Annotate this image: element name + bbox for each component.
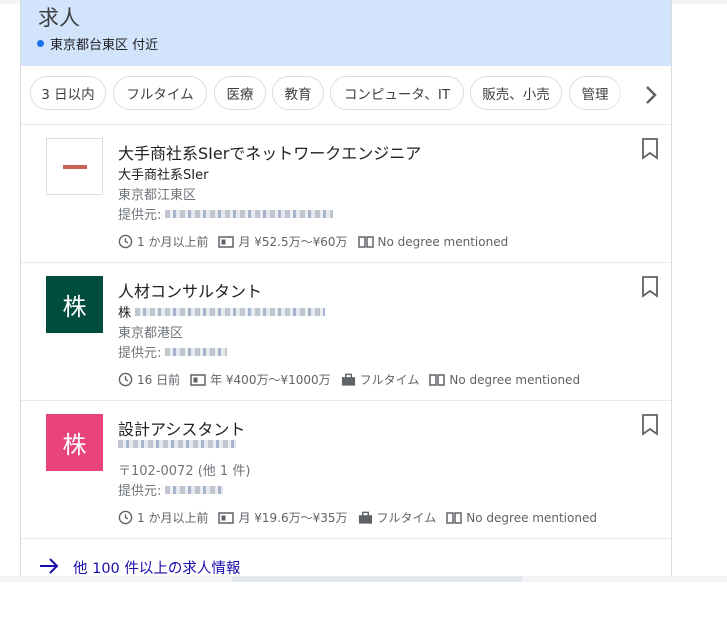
job-location: 東京都港区 — [118, 326, 184, 341]
type-text: フルタイム — [359, 373, 420, 387]
posted-text: 16 日前 — [137, 373, 181, 387]
briefcase-icon — [341, 373, 355, 386]
salary-icon — [190, 373, 206, 386]
jobs-title: 求人 — [38, 6, 80, 30]
clock-icon — [118, 234, 133, 249]
type-text: フルタイム — [376, 511, 437, 525]
location-indicator: 東京都台東区 付近 — [37, 34, 158, 53]
job-source: 提供元: — [118, 204, 334, 223]
company-logo — [46, 138, 103, 195]
bookmark-icon[interactable] — [641, 138, 659, 160]
posted-item: 1 か月以上前 — [118, 509, 208, 526]
job-source-label: 提供元: — [118, 484, 162, 499]
book-icon — [429, 373, 446, 386]
jobs-card: 求人 東京都台東区 付近 3 日以内 フルタイム 医療 教育 コンピュータ、IT… — [20, 0, 672, 580]
job-title[interactable]: 人材コンサルタント — [118, 278, 262, 302]
degree-item: No degree mentioned — [357, 234, 509, 249]
job-title[interactable]: 大手商社系SIerでネットワークエンジニア — [118, 140, 421, 164]
degree-text: No degree mentioned — [377, 234, 509, 249]
posted-text: 1 か月以上前 — [137, 235, 209, 249]
bookmark-icon[interactable] — [641, 414, 659, 436]
briefcase-icon — [358, 511, 372, 524]
company-logo: 株 — [46, 414, 103, 471]
chip-sales-retail[interactable]: 販売、小売 — [470, 76, 562, 110]
scrollbar-track-right — [522, 576, 727, 582]
chevron-right-icon[interactable] — [639, 83, 663, 107]
scrollbar-thumb[interactable] — [232, 576, 522, 582]
job-meta: 1 か月以上前 月 ¥52.5万～¥60万 No degree mentione… — [118, 233, 518, 250]
redacted-source — [165, 209, 334, 218]
redacted-company — [118, 440, 236, 448]
logo-mark — [62, 164, 87, 169]
filter-chips: 3 日以内 フルタイム 医療 教育 コンピュータ、IT 販売、小売 管理 — [21, 66, 671, 125]
job-company — [118, 440, 236, 448]
posted-item: 1 か月以上前 — [118, 233, 208, 250]
job-meta: 1 か月以上前 月 ¥19.6万～¥35万 フルタイム No degree me… — [118, 509, 607, 526]
more-jobs-link[interactable]: 他 100 件以上の求人情報 — [21, 538, 671, 580]
redacted-company — [135, 307, 326, 316]
scrollbar-track-left — [0, 576, 232, 582]
jobs-header: 求人 東京都台東区 付近 — [21, 0, 671, 66]
salary-icon — [218, 235, 235, 248]
chip-education[interactable]: 教育 — [272, 76, 324, 110]
chip-within-3-days[interactable]: 3 日以内 — [30, 76, 106, 110]
clock-icon — [118, 510, 133, 525]
salary-text: 月 ¥19.6万～¥35万 — [238, 511, 348, 525]
job-title[interactable]: 設計アシスタント — [118, 416, 245, 440]
salary-text: 年 ¥400万～¥1000万 — [210, 373, 331, 387]
type-item: フルタイム — [341, 371, 420, 388]
job-source: 提供元: — [118, 342, 228, 361]
book-icon — [446, 511, 463, 524]
bookmark-icon[interactable] — [641, 276, 659, 298]
arrow-right-icon — [40, 558, 59, 574]
location-dot-icon — [37, 40, 44, 47]
posted-text: 1 か月以上前 — [137, 511, 209, 525]
job-location: 〒102-0072 (他 1 件) — [118, 464, 251, 479]
redacted-source — [165, 485, 224, 494]
bottom-scrollbar[interactable] — [0, 576, 727, 584]
type-item: フルタイム — [358, 509, 437, 526]
redacted-source — [165, 347, 228, 356]
degree-text: No degree mentioned — [466, 510, 597, 525]
job-location: 東京都江東区 — [118, 188, 197, 203]
more-jobs-text[interactable]: 他 100 件以上の求人情報 — [73, 557, 240, 578]
company-logo: 株 — [46, 276, 103, 333]
salary-text: 月 ¥52.5万～¥60万 — [238, 235, 348, 249]
degree-item: No degree mentioned — [446, 511, 597, 525]
salary-item: 月 ¥52.5万～¥60万 — [218, 233, 348, 250]
job-company: 大手商社系SIer — [118, 168, 209, 183]
degree-text: No degree mentioned — [449, 372, 581, 387]
salary-item: 月 ¥19.6万～¥35万 — [218, 509, 348, 526]
job-source-label: 提供元: — [118, 208, 162, 223]
chip-full-time[interactable]: フルタイム — [113, 76, 207, 110]
job-listing[interactable]: 大手商社系SIerでネットワークエンジニア 大手商社系SIer 東京都江東区 提… — [21, 124, 671, 263]
posted-item: 16 日前 — [118, 371, 180, 388]
chip-medical[interactable]: 医療 — [214, 76, 266, 110]
job-company-text: 株 — [118, 306, 132, 321]
clock-icon — [118, 372, 133, 387]
salary-item: 年 ¥400万～¥1000万 — [190, 371, 331, 388]
degree-item: No degree mentioned — [429, 373, 580, 387]
book-icon — [357, 235, 374, 248]
job-listing[interactable]: 株 人材コンサルタント 株 東京都港区 提供元: 16 日前 年 ¥400万～¥… — [21, 262, 671, 401]
salary-icon — [218, 511, 235, 524]
job-listing[interactable]: 株 設計アシスタント 〒102-0072 (他 1 件) 提供元: 1 か月以上… — [21, 400, 671, 539]
job-source: 提供元: — [118, 480, 224, 499]
job-meta: 16 日前 年 ¥400万～¥1000万 フルタイム No degree men… — [118, 371, 590, 388]
job-source-label: 提供元: — [118, 346, 162, 361]
job-company: 株 — [118, 302, 326, 321]
location-text: 東京都台東区 付近 — [50, 38, 159, 53]
chip-computer-it[interactable]: コンピュータ、IT — [330, 76, 464, 110]
